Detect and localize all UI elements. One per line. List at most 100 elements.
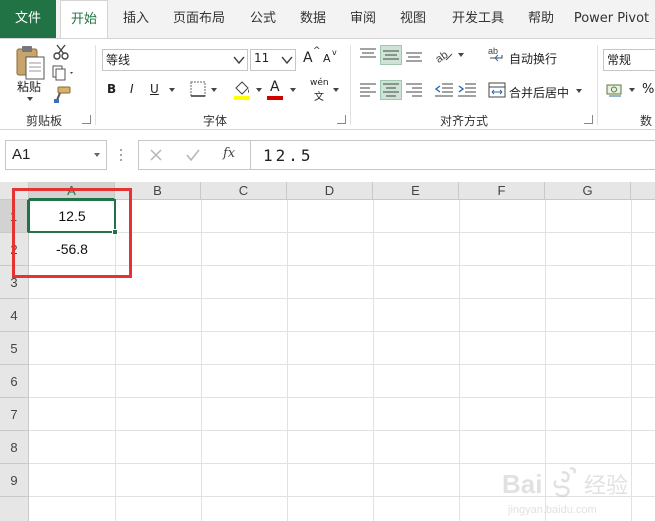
group-divider	[597, 45, 598, 125]
clipboard-group-label: 剪贴板	[25, 114, 62, 128]
font-launcher-icon[interactable]	[337, 115, 346, 124]
bold-button[interactable]: B	[107, 82, 116, 96]
border-dropdown-icon[interactable]	[211, 88, 217, 92]
font-color-dropdown-icon[interactable]	[290, 88, 296, 92]
row-header-10[interactable]	[0, 497, 29, 521]
merge-dropdown-icon[interactable]	[576, 89, 582, 93]
increase-indent-icon[interactable]	[457, 82, 477, 98]
tab-formulas-label: 公式	[249, 11, 276, 26]
italic-button[interactable]: I	[130, 82, 134, 96]
tab-review[interactable]: 审阅	[340, 0, 386, 38]
insert-function-icon[interactable]: fx	[223, 146, 235, 161]
highlight-annotation-box	[12, 188, 132, 278]
phonetic-button[interactable]: wén	[310, 78, 329, 88]
alignment-launcher-icon[interactable]	[584, 115, 593, 124]
tab-view[interactable]: 视图	[390, 0, 436, 38]
row-header-9[interactable]: 9	[0, 464, 29, 497]
chevron-down-icon	[233, 56, 245, 65]
font-color-bar	[267, 96, 283, 100]
watermark-url: jingyan.baidu.com	[507, 504, 597, 516]
tab-insert-label: 插入	[122, 11, 149, 26]
border-icon[interactable]	[190, 81, 206, 97]
row-header-8[interactable]: 8	[0, 431, 29, 464]
ribbon-tab-bar: 文件 开始 插入 页面布局 公式 数据 审阅 视图 开发工具 帮助 Power …	[0, 0, 655, 39]
paste-label[interactable]: 粘贴	[17, 78, 41, 95]
underline-dropdown-icon[interactable]	[169, 88, 175, 92]
watermark-brand-2: 经验	[584, 474, 628, 499]
font-size-value: 11	[254, 51, 270, 65]
tab-file[interactable]: 文件	[0, 0, 56, 38]
align-right-icon[interactable]	[405, 82, 423, 98]
column-header-h[interactable]	[631, 182, 655, 200]
accounting-format-icon[interactable]	[606, 81, 628, 99]
tab-page-layout[interactable]: 页面布局	[163, 0, 235, 38]
wrap-text-label[interactable]: 自动换行	[509, 50, 557, 67]
column-header-f[interactable]: F	[459, 182, 545, 200]
formula-bar: A1 fx 12.5	[0, 130, 655, 182]
number-format-select[interactable]: 常规	[603, 49, 655, 71]
row-header-7[interactable]: 7	[0, 398, 29, 431]
column-header-c[interactable]: C	[201, 182, 287, 200]
tab-help[interactable]: 帮助	[518, 0, 564, 38]
fill-color-dropdown-icon[interactable]	[256, 88, 262, 92]
gridline	[29, 430, 655, 431]
clipboard-launcher-icon[interactable]	[82, 115, 91, 124]
font-name-select[interactable]: 等线	[102, 49, 248, 71]
fill-color-icon[interactable]	[232, 78, 252, 100]
tab-page-layout-label: 页面布局	[172, 11, 225, 26]
tab-view-label: 视图	[399, 11, 426, 26]
row-header-4[interactable]: 4	[0, 299, 29, 332]
enter-icon[interactable]	[185, 148, 201, 162]
tab-developer[interactable]: 开发工具	[442, 0, 514, 38]
percent-style-button[interactable]: %	[642, 82, 654, 97]
cancel-icon[interactable]	[149, 148, 163, 162]
tab-formulas[interactable]: 公式	[240, 0, 286, 38]
accounting-dropdown-icon[interactable]	[629, 88, 635, 92]
wrap-text-icon[interactable]: ab	[488, 45, 506, 63]
orientation-dropdown-icon[interactable]	[458, 53, 464, 57]
column-header-g[interactable]: G	[545, 182, 631, 200]
group-divider	[350, 45, 351, 125]
shrink-font-button[interactable]: A	[323, 52, 331, 65]
font-color-button[interactable]: A	[270, 79, 280, 95]
column-header-d[interactable]: D	[287, 182, 373, 200]
underline-button[interactable]: U	[150, 82, 159, 96]
tab-help-label: 帮助	[527, 11, 554, 26]
copy-icon[interactable]	[52, 65, 76, 81]
cut-icon[interactable]	[52, 43, 70, 61]
formula-input[interactable]: 12.5	[250, 140, 655, 170]
format-painter-icon[interactable]	[52, 86, 72, 104]
tab-data[interactable]: 数据	[290, 0, 336, 38]
phonetic-dropdown-icon[interactable]	[333, 88, 339, 92]
tab-power-pivot[interactable]: Power Pivot	[568, 0, 655, 38]
row-header-5[interactable]: 5	[0, 332, 29, 365]
font-group-label: 字体	[202, 114, 227, 128]
merge-center-label[interactable]: 合并后居中	[509, 84, 569, 101]
gridline	[459, 200, 460, 521]
column-header-e[interactable]: E	[373, 182, 459, 200]
gridline	[29, 364, 655, 365]
gridline	[201, 200, 202, 521]
alignment-group-label: 对齐方式	[439, 114, 488, 128]
gridline	[373, 200, 374, 521]
orientation-icon[interactable]: ab	[434, 46, 454, 64]
name-box-dropdown-icon[interactable]	[94, 153, 100, 157]
align-left-icon[interactable]	[359, 82, 377, 98]
gridline	[29, 331, 655, 332]
font-size-select[interactable]: 11	[250, 49, 296, 71]
align-top-icon[interactable]	[359, 47, 377, 63]
row-header-6[interactable]: 6	[0, 365, 29, 398]
decrease-indent-icon[interactable]	[434, 82, 454, 98]
paste-icon[interactable]	[14, 43, 48, 83]
chevron-down-icon	[281, 56, 293, 65]
name-box[interactable]: A1	[5, 140, 107, 170]
align-bottom-icon[interactable]	[405, 47, 423, 63]
formula-controls: fx	[138, 140, 250, 170]
paste-dropdown-icon[interactable]	[27, 97, 33, 101]
merge-center-icon[interactable]	[488, 81, 506, 99]
more-options-icon[interactable]	[118, 148, 124, 162]
number-group-label: 数	[640, 114, 653, 128]
grow-font-button[interactable]: A	[303, 50, 313, 66]
tab-insert[interactable]: 插入	[113, 0, 159, 38]
tab-home[interactable]: 开始	[60, 0, 108, 39]
